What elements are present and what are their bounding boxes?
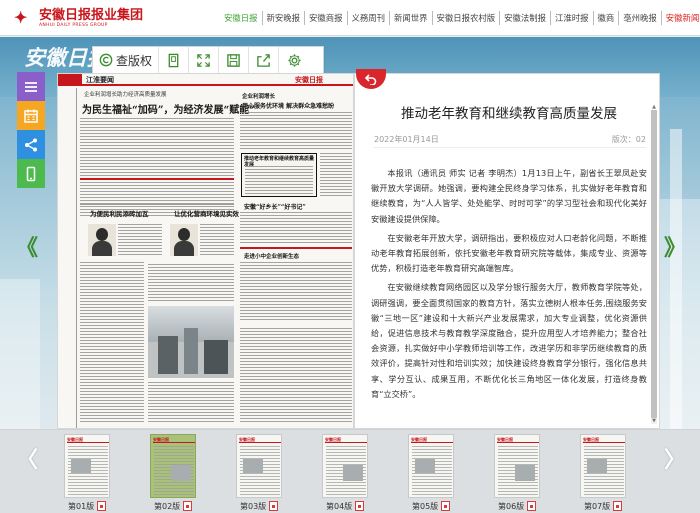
- pdf-icon[interactable]: [183, 501, 193, 511]
- share-icon: [25, 138, 37, 151]
- page-thumbnail[interactable]: 安徽日报: [236, 434, 282, 498]
- nav-item-4[interactable]: 新闻世界: [390, 11, 433, 25]
- article-meta: 2022年01月14日 版次：02: [374, 134, 646, 148]
- reader-toolbar: 查版权: [92, 46, 324, 74]
- copyright-mode-label: 查版权: [116, 53, 153, 68]
- newspaper-nav: 安徽日报 新安晚报 安徽商报 义務周刊 新闻世界 安徽日报农村版 安徽法制报 江…: [220, 10, 700, 26]
- nav-item-2[interactable]: 安徽商报: [305, 11, 348, 25]
- page-thumbnail[interactable]: 安徽日报: [64, 434, 110, 498]
- scroll-down-arrow[interactable]: ▼: [651, 418, 657, 424]
- page-thumbnail-label[interactable]: 第04版: [326, 500, 365, 512]
- nav-item-3[interactable]: 义務周刊: [348, 11, 390, 25]
- menu-button[interactable]: [17, 72, 45, 101]
- share-out-button[interactable]: [249, 47, 280, 73]
- back-arrow-icon: [364, 74, 377, 85]
- article-paragraph: 在安徽老年开放大学，调研指出，要积极应对人口老龄化问题，不断推动老年教育拓展创新…: [371, 232, 647, 274]
- portrait-photo-2: [170, 224, 198, 256]
- mobile-icon: [26, 166, 36, 181]
- news-photo-factory: [148, 306, 234, 378]
- mobile-button[interactable]: [17, 159, 45, 188]
- settings-icon: [287, 53, 301, 67]
- top-header: ✦ 安徽日报报业集团 ANHUI DAILY PRESS GROUP 安徽日报 …: [0, 0, 700, 36]
- article-edition: 版次：02: [611, 135, 646, 144]
- page-thumbnail[interactable]: 安徽日报: [322, 434, 368, 498]
- article-paragraph: 在安徽继续教育网络园区以及学分银行服务大厅，教师教育学院等处，调研强调，要全面贯…: [371, 282, 647, 399]
- paper-headline-3: 为便民利民添砖加瓦: [90, 210, 149, 218]
- logo-cn: 安徽日报报业集团: [39, 7, 144, 23]
- highlighted-story-box[interactable]: 推动老年教育和继续教育高质量发展: [241, 153, 317, 197]
- nav-item-7[interactable]: 江淮时报: [551, 11, 594, 25]
- nav-item-6[interactable]: 安徽法制报: [500, 11, 551, 25]
- previous-page-arrow[interactable]: 《: [16, 238, 38, 260]
- group-logo[interactable]: ✦ 安徽日报报业集团 ANHUI DAILY PRESS GROUP: [14, 8, 143, 28]
- nav-item-0[interactable]: 安徽日报: [220, 11, 263, 25]
- next-page-arrow[interactable]: 》: [664, 238, 686, 260]
- paper-headline-4: 让优化营商环境见实效: [174, 210, 239, 218]
- paper-headline-5: 安徽“好乡长”“好书记”: [244, 204, 306, 211]
- save-icon: [227, 53, 240, 67]
- logo-en: ANHUI DAILY PRESS GROUP: [39, 22, 108, 28]
- page-thumbnail[interactable]: 安徽日报: [408, 434, 454, 498]
- thumbnail-label-text: 第01版: [68, 501, 95, 511]
- nav-item-10[interactable]: 安徽新闻网: [662, 11, 700, 25]
- thumbnail-label-text: 第02版: [154, 501, 181, 511]
- copyright-mode-button[interactable]: 查版权: [93, 47, 160, 73]
- calendar-icon: [24, 109, 38, 123]
- fullscreen-icon: [197, 53, 210, 67]
- pdf-icon[interactable]: [269, 501, 279, 511]
- menu-icon: [25, 81, 37, 92]
- nav-item-1[interactable]: 新安晚报: [263, 11, 305, 25]
- share-button[interactable]: [17, 130, 45, 159]
- article-body: 本报讯（通讯员 师实 记者 李明杰）1月13日上午，副省长王翠凤赴安徽开放大学调…: [371, 166, 647, 424]
- page-thumbnail[interactable]: 安徽日报: [580, 434, 626, 498]
- paper-masthead: 安徽日报: [295, 75, 323, 84]
- save-button[interactable]: [219, 47, 250, 73]
- page-thumbnail-label[interactable]: 第03版: [240, 500, 279, 512]
- calendar-button[interactable]: [17, 101, 45, 130]
- page-thumbnail[interactable]: 安徽日报: [150, 434, 196, 498]
- thumbnail-label-text: 第05版: [412, 501, 439, 511]
- newspaper-page-image[interactable]: 江淮要闻 安徽日报 企业利润增长助力经济高质量发展 为民生福祉“加码”，为经济发…: [57, 73, 354, 429]
- page-view-icon: [168, 53, 179, 67]
- paper-section-name: 江淮要闻: [86, 76, 114, 84]
- nav-item-8[interactable]: 徽商: [594, 11, 620, 25]
- pdf-icon[interactable]: [441, 501, 451, 511]
- share-out-icon: [257, 53, 270, 67]
- page-thumbnail-label[interactable]: 第01版: [68, 500, 107, 512]
- page-thumbnail[interactable]: 安徽日报: [494, 434, 540, 498]
- fullscreen-button[interactable]: [189, 47, 220, 73]
- copyright-icon: [99, 53, 113, 67]
- settings-button[interactable]: [279, 47, 309, 73]
- thumbnail-label-text: 第04版: [326, 501, 353, 511]
- thumbnail-label-text: 第07版: [584, 501, 611, 511]
- pdf-icon[interactable]: [613, 501, 623, 511]
- scrollbar-thumb[interactable]: [651, 110, 657, 418]
- nav-item-5[interactable]: 安徽日报农村版: [433, 11, 501, 25]
- article-scrollbar[interactable]: [651, 110, 657, 424]
- paper-headline-6: 走进小中企业创新生态: [244, 254, 300, 260]
- page-view-button[interactable]: [159, 47, 190, 73]
- portrait-photo-1: [88, 224, 116, 256]
- article-date: 2022年01月14日: [374, 135, 439, 144]
- thumbnail-label-text: 第06版: [498, 501, 525, 511]
- paper-kicker-1: 企业利润增长助力经济高质量发展: [84, 92, 167, 98]
- page-thumbnail-label[interactable]: 第07版: [584, 500, 623, 512]
- thumbnail-prev-arrow[interactable]: 〈: [16, 450, 38, 472]
- page-thumbnail-label[interactable]: 第05版: [412, 500, 451, 512]
- page-thumbnail-label[interactable]: 第02版: [154, 500, 193, 512]
- nav-item-9[interactable]: 亳州晚报: [619, 11, 662, 25]
- article-title: 推动老年教育和继续教育高质量发展: [401, 106, 617, 122]
- pdf-icon[interactable]: [97, 501, 107, 511]
- pdf-icon[interactable]: [355, 501, 365, 511]
- paper-headline-1: 为民生福祉“加码”，为经济发展“赋能”: [82, 105, 256, 116]
- thumbnail-label-text: 第03版: [240, 501, 267, 511]
- pdf-icon[interactable]: [527, 501, 537, 511]
- logo-mark-icon: ✦: [14, 8, 28, 27]
- page-thumbnail-label[interactable]: 第06版: [498, 500, 537, 512]
- thumbnail-next-arrow[interactable]: 〉: [664, 450, 686, 472]
- article-paragraph: 本报讯（通讯员 师实 记者 李明杰）1月13日上午，副省长王翠凤赴安徽开放大学调…: [371, 168, 647, 224]
